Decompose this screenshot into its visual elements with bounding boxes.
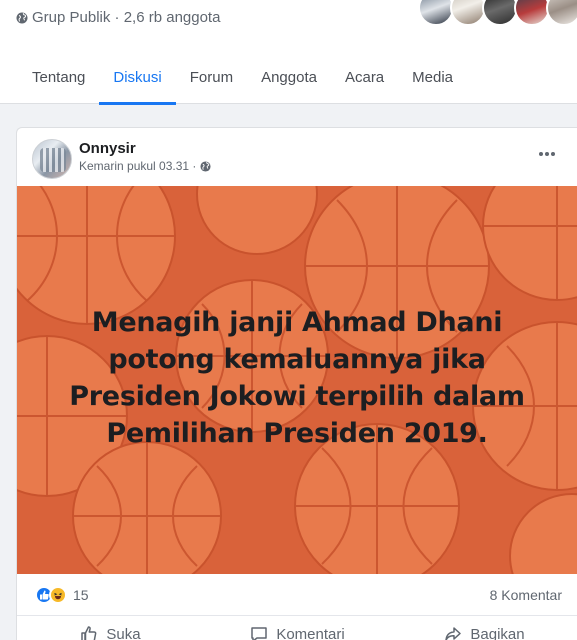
post-header: Onnysir Kemarin pukul 03.31 ·: [17, 128, 577, 186]
like-button[interactable]: Suka: [17, 616, 204, 640]
post-background: Menagih janji Ahmad Dhani potong kemalua…: [17, 186, 577, 574]
member-avatar[interactable]: [418, 0, 454, 26]
avatar[interactable]: [32, 139, 72, 179]
member-avatars[interactable]: [418, 0, 577, 26]
comment-count[interactable]: 8 Komentar: [490, 587, 562, 603]
comment-label: Komentari: [276, 625, 345, 640]
share-button[interactable]: Bagikan: [391, 616, 577, 640]
share-icon: [445, 627, 462, 640]
group-header: Grup Publik · 2,6 rb anggota Tentang Dis…: [0, 0, 577, 105]
member-avatar[interactable]: [450, 0, 486, 26]
group-privacy-label: Grup Publik · 2,6 rb anggota: [32, 9, 221, 26]
reaction-count: 15: [73, 587, 89, 603]
haha-icon: [49, 586, 67, 604]
tab-diskusi[interactable]: Diskusi: [99, 60, 177, 105]
post-author[interactable]: Onnysir: [79, 140, 136, 157]
tab-acara[interactable]: Acara: [331, 60, 398, 104]
thumbs-up-icon: [81, 626, 97, 640]
comment-icon: [251, 627, 268, 640]
member-avatar[interactable]: [482, 0, 518, 26]
more-options-button[interactable]: [535, 144, 559, 164]
tab-forum[interactable]: Forum: [176, 60, 247, 104]
tab-anggota[interactable]: Anggota: [247, 60, 331, 104]
like-label: Suka: [106, 625, 141, 640]
globe-icon: [16, 12, 28, 23]
post-actions: Suka Komentari Bagikan: [17, 616, 577, 640]
post-timestamp: Kemarin pukul 03.31 ·: [79, 159, 211, 173]
tab-tentang[interactable]: Tentang: [18, 60, 99, 104]
group-meta: Grup Publik · 2,6 rb anggota: [16, 9, 220, 26]
post-time-text[interactable]: Kemarin pukul 03.31 ·: [79, 159, 196, 173]
reactions-summary[interactable]: 15: [35, 586, 89, 604]
member-avatar[interactable]: [514, 0, 550, 26]
post-stats: 15 8 Komentar: [17, 574, 577, 616]
member-avatar[interactable]: [546, 0, 577, 26]
more-icon: [539, 152, 555, 156]
post-text: Menagih janji Ahmad Dhani potong kemalua…: [69, 307, 525, 449]
tab-media[interactable]: Media: [398, 60, 467, 104]
share-label: Bagikan: [470, 625, 525, 640]
comment-button[interactable]: Komentari: [204, 616, 391, 640]
post-card: Onnysir Kemarin pukul 03.31 · Menagih ja…: [16, 127, 577, 640]
globe-icon: [200, 160, 211, 172]
group-tabs: Tentang Diskusi Forum Anggota Acara Medi…: [0, 60, 577, 105]
